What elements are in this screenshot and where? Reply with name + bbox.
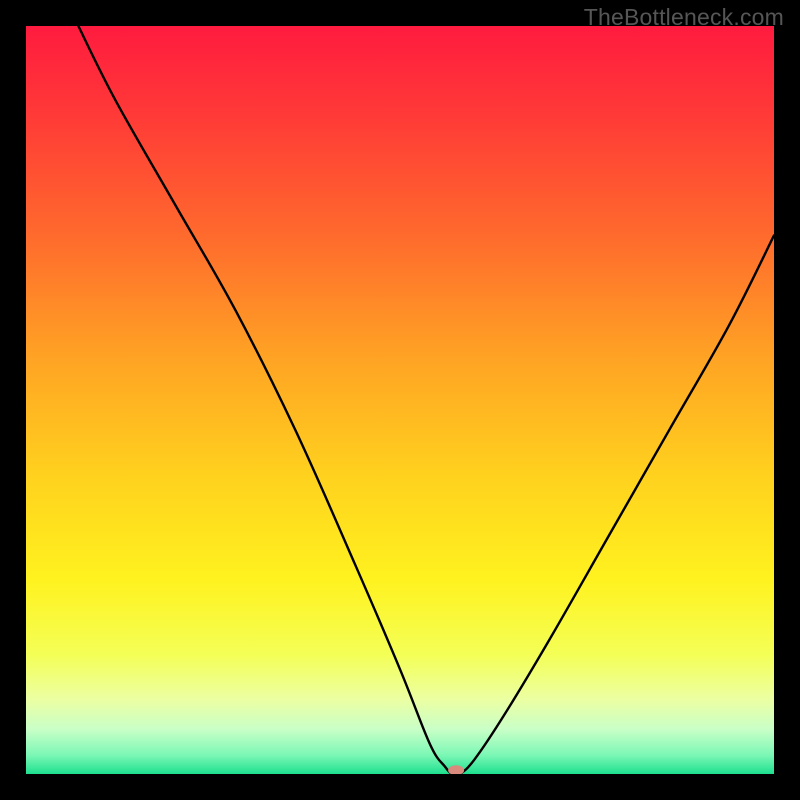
chart-background xyxy=(26,26,774,774)
chart-svg xyxy=(26,26,774,774)
chart-frame: TheBottleneck.com xyxy=(0,0,800,800)
plot-area xyxy=(26,26,774,774)
